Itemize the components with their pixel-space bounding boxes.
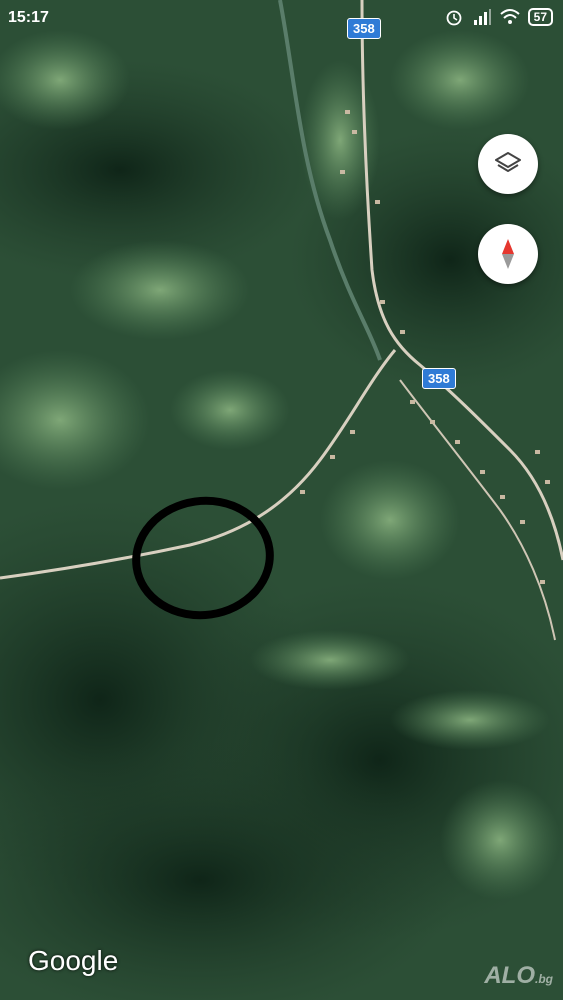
watermark-brand: ALO	[484, 962, 535, 989]
satellite-map[interactable]	[0, 0, 563, 1000]
watermark: ALO.bg	[484, 962, 553, 990]
status-icons: 57	[444, 8, 553, 26]
battery-indicator: 57	[527, 8, 553, 26]
compass-button[interactable]	[478, 224, 538, 284]
compass-icon	[502, 239, 514, 269]
signal-icon	[472, 8, 492, 26]
google-logo: Google	[28, 945, 119, 976]
road-shield-label: 358	[347, 18, 381, 39]
layers-button[interactable]	[478, 134, 538, 194]
road-shield-label: 358	[422, 368, 456, 389]
watermark-suffix: .bg	[535, 972, 553, 986]
wifi-icon	[499, 8, 520, 26]
status-bar: 15:17 57	[0, 0, 563, 38]
alarm-icon	[444, 8, 464, 26]
layers-icon	[495, 152, 521, 172]
status-time: 15:17	[8, 9, 49, 26]
